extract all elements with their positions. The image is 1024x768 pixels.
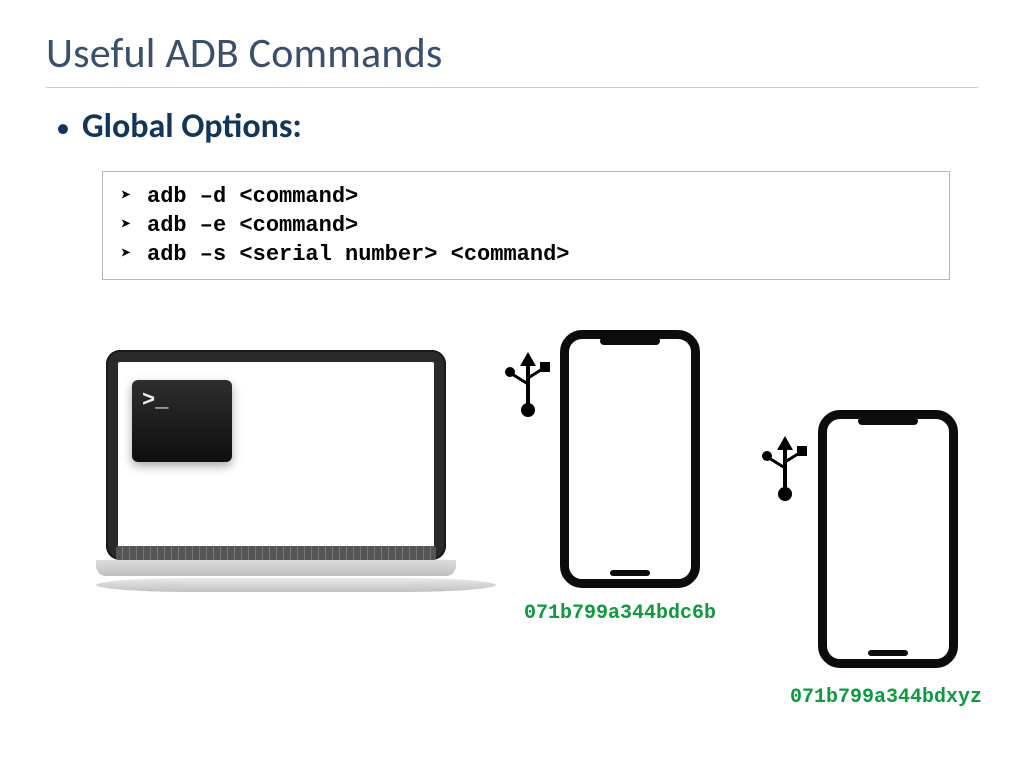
chevron-right-icon: ➤ xyxy=(117,188,135,206)
command-text: adb –s <serial number> <command> xyxy=(147,242,569,267)
slide-title: Useful ADB Commands xyxy=(46,28,978,79)
phone-icon xyxy=(818,410,958,668)
list-item: ➤ adb –d <command> xyxy=(117,182,935,211)
bullet-heading: Global Options: xyxy=(82,106,302,147)
device-serial: 071b799a344bdc6b xyxy=(524,602,716,625)
command-text: adb –e <command> xyxy=(147,213,358,238)
device-serial: 071b799a344bdxyz xyxy=(790,686,982,709)
terminal-prompt: >_ xyxy=(142,388,168,413)
command-box: ➤ adb –d <command> ➤ adb –e <command> ➤ … xyxy=(102,171,950,280)
laptop-icon: >_ xyxy=(96,350,456,610)
usb-icon xyxy=(757,436,813,513)
chevron-right-icon: ➤ xyxy=(117,246,135,264)
chevron-right-icon: ➤ xyxy=(117,217,135,235)
list-item: ➤ adb –e <command> xyxy=(117,211,935,240)
divider xyxy=(46,87,978,88)
bullet-dot-icon: • xyxy=(56,114,70,142)
phone-icon xyxy=(560,330,700,588)
terminal-icon: >_ xyxy=(132,380,232,462)
command-text: adb –d <command> xyxy=(147,184,358,209)
list-item: ➤ adb –s <serial number> <command> xyxy=(117,240,935,269)
usb-icon xyxy=(500,352,556,429)
illustration-area: >_ xyxy=(0,330,1024,730)
bullet-heading-row: • Global Options: xyxy=(56,106,978,147)
